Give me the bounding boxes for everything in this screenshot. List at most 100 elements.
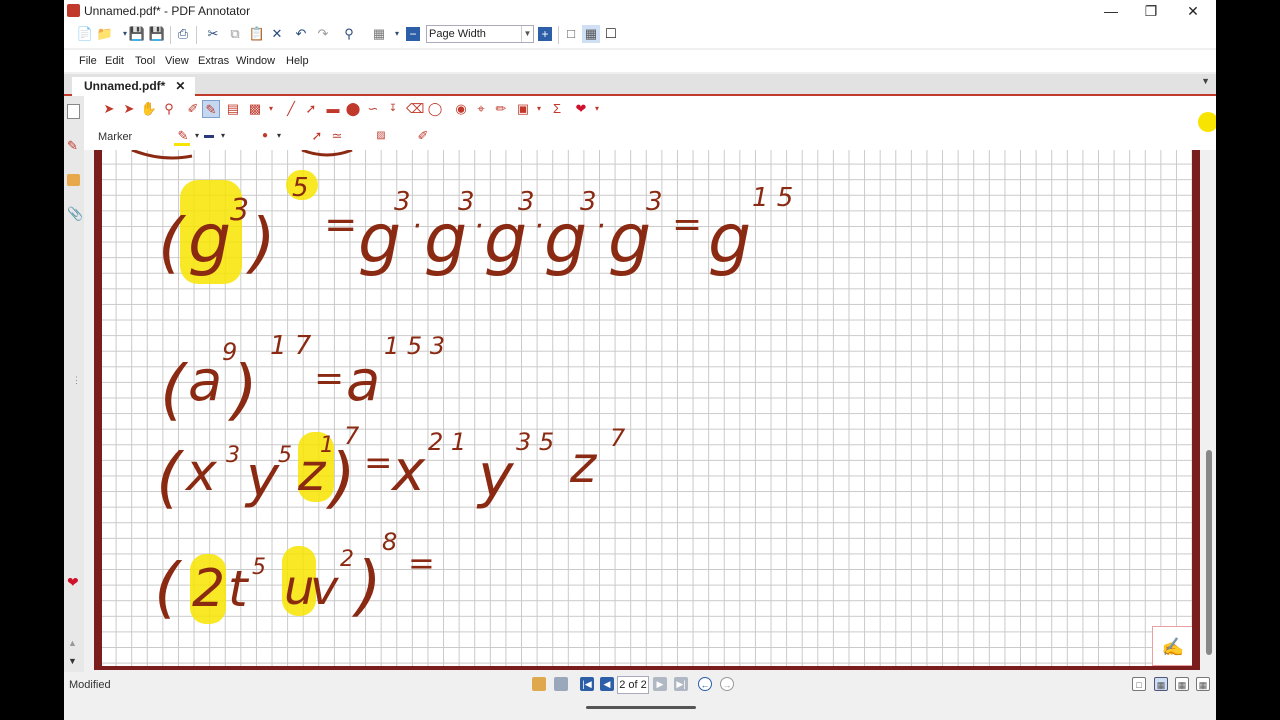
open-folder-icon[interactable]: 📁 <box>96 25 114 43</box>
page-number-field[interactable]: 2 of 2 <box>617 676 649 694</box>
single-page-view-icon[interactable]: □ <box>562 25 580 43</box>
back-icon[interactable]: ← <box>698 677 712 691</box>
zoom-out-button[interactable]: − <box>406 27 420 41</box>
pdf-page[interactable]: ( g 3 ) 5 = g 3 · g 3 · g 3 · g 3 · g 3 … <box>102 150 1192 666</box>
menu-edit[interactable]: Edit <box>105 55 124 67</box>
maximize-icon[interactable]: ❐ <box>1136 2 1166 20</box>
select-text-icon[interactable]: ➤ <box>120 100 138 118</box>
text-box-icon[interactable]: ▤ <box>224 100 242 118</box>
text-format-icon[interactable]: ▨ <box>372 127 390 145</box>
single-page-layout-icon[interactable]: □ <box>1132 677 1146 691</box>
smooth-line-icon[interactable]: ➚ <box>308 127 326 145</box>
new-document-icon[interactable]: 📄 <box>76 25 94 43</box>
minimize-icon[interactable]: — <box>1096 2 1126 20</box>
scroll-down-icon[interactable]: ▼ <box>68 656 77 666</box>
eq1-equals: = <box>324 202 358 248</box>
eq1-exp5: 5 <box>292 173 309 203</box>
document-tab-bar: Unnamed.pdf* ✕ ▼ <box>64 74 1216 96</box>
eq1-exp3: 3 <box>230 193 249 228</box>
menu-tool[interactable]: Tool <box>135 55 155 67</box>
continuous-layout-icon[interactable]: ▦ <box>1154 677 1168 691</box>
page-thumbnail-icon[interactable] <box>67 104 80 119</box>
next-page-icon[interactable]: ▶ <box>653 677 667 691</box>
comment-icon[interactable]: ◯ <box>426 100 444 118</box>
fullscreen-icon[interactable]: □ <box>602 25 620 43</box>
zoom-in-button[interactable]: + <box>538 27 552 41</box>
crop-icon[interactable]: ⌖ <box>472 100 490 118</box>
window-title: Unnamed.pdf* - PDF Annotator <box>84 4 251 18</box>
scrollbar-thumb[interactable] <box>1206 450 1212 655</box>
menu-extras[interactable]: Extras <box>198 55 229 67</box>
resize-grip-icon[interactable]: ⋮ <box>72 376 81 385</box>
vertical-scrollbar[interactable] <box>1202 150 1216 670</box>
line-tool-icon[interactable]: ╱ <box>282 100 300 118</box>
forward-icon[interactable]: → <box>720 677 734 691</box>
close-icon[interactable]: ✕ <box>1178 2 1208 20</box>
folder-side-icon[interactable] <box>67 174 80 186</box>
eq4-v-exp: 2 <box>340 547 354 572</box>
chevron-down-icon[interactable]: ▾ <box>270 127 288 145</box>
favorites-heart-icon[interactable]: ❤ <box>67 574 79 591</box>
pen-side-icon[interactable]: ✎ <box>67 138 78 154</box>
sigma-icon[interactable]: Σ <box>548 100 566 118</box>
image-dropdown-icon[interactable]: ▾ <box>530 100 548 118</box>
two-page-layout-icon[interactable]: ▦ <box>1175 677 1189 691</box>
pencil-icon[interactable]: ✏ <box>492 100 510 118</box>
eq2-exp17: 1 7 <box>270 331 312 361</box>
camera-icon[interactable]: ◉ <box>452 100 470 118</box>
eq3-x-exp: 3 <box>226 443 240 468</box>
next-document-icon[interactable] <box>554 677 568 691</box>
save-as-icon[interactable]: 💾 <box>148 25 166 43</box>
polyline-tool-icon[interactable]: ∽ <box>364 100 382 118</box>
print-icon[interactable]: ⎙ <box>174 25 192 43</box>
straight-line-icon[interactable]: ≃ <box>328 127 346 145</box>
copy-icon[interactable]: ⧉ <box>226 25 244 43</box>
tab-unnamed-pdf[interactable]: Unnamed.pdf* ✕ <box>72 77 196 96</box>
redo-icon[interactable]: ↷ <box>314 25 332 43</box>
two-page-continuous-layout-icon[interactable]: ▦ <box>1196 677 1210 691</box>
find-icon[interactable]: ⚲ <box>340 25 358 43</box>
title-bar: Unnamed.pdf* - PDF Annotator — ❐ ✕ <box>64 0 1216 22</box>
zoom-tool-icon[interactable]: ⚲ <box>160 100 178 118</box>
eq2-result-a: a <box>346 349 380 414</box>
pen-tool-icon[interactable]: ✐ <box>184 100 202 118</box>
select-arrow-icon[interactable]: ➤ <box>100 100 118 118</box>
chevron-down-icon[interactable]: ▾ <box>214 127 232 145</box>
previous-page-icon[interactable]: ◀ <box>600 677 614 691</box>
menu-window[interactable]: Window <box>236 55 275 67</box>
previous-document-icon[interactable] <box>532 677 546 691</box>
layout-icon[interactable]: ▦ <box>370 25 388 43</box>
rectangle-tool-icon[interactable]: ▬ <box>324 100 342 118</box>
delete-icon[interactable]: ✕ <box>268 25 286 43</box>
paste-icon[interactable]: 📋 <box>248 25 266 43</box>
layout-dropdown-icon[interactable]: ▾ <box>388 25 406 43</box>
eq3-y: y <box>244 445 280 510</box>
first-page-icon[interactable]: |◀ <box>580 677 594 691</box>
attachment-icon[interactable]: 📎 <box>67 206 83 222</box>
last-page-icon[interactable]: ▶| <box>674 677 688 691</box>
hand-tool-icon[interactable]: ✋ <box>140 100 158 118</box>
arrow-tool-icon[interactable]: ➚ <box>302 100 320 118</box>
ellipse-tool-icon[interactable]: ⬤ <box>344 100 362 118</box>
favorites-dropdown-icon[interactable]: ▾ <box>588 100 606 118</box>
ruler-tool-icon[interactable]: ↧ <box>384 100 402 118</box>
undo-icon[interactable]: ↶ <box>292 25 310 43</box>
menu-file[interactable]: File <box>79 55 97 67</box>
menu-help[interactable]: Help <box>286 55 309 67</box>
marker-tool-icon[interactable]: ✎ <box>202 100 220 118</box>
zoom-select[interactable]: Page Width ▼ <box>426 25 534 43</box>
touch-mode-hand-icon[interactable]: ✍ <box>1152 626 1192 666</box>
save-icon[interactable]: 💾 <box>128 25 146 43</box>
scroll-up-icon[interactable]: ▲ <box>68 638 77 648</box>
stamp-dropdown-icon[interactable]: ▾ <box>262 100 280 118</box>
cut-icon[interactable]: ✂ <box>204 25 222 43</box>
menu-view[interactable]: View <box>165 55 189 67</box>
eq1-dot1: · <box>412 209 422 244</box>
tab-list-dropdown-icon[interactable]: ▼ <box>1201 76 1210 86</box>
tab-close-icon[interactable]: ✕ <box>175 79 185 93</box>
eq1-paren-open: ( <box>158 204 187 281</box>
eq4-equals: = <box>408 544 435 582</box>
eraser-icon[interactable]: ⌫ <box>406 100 424 118</box>
favorite-tool-icon[interactable]: ✐ <box>414 127 432 145</box>
page-width-view-icon[interactable]: ▦ <box>582 25 600 43</box>
